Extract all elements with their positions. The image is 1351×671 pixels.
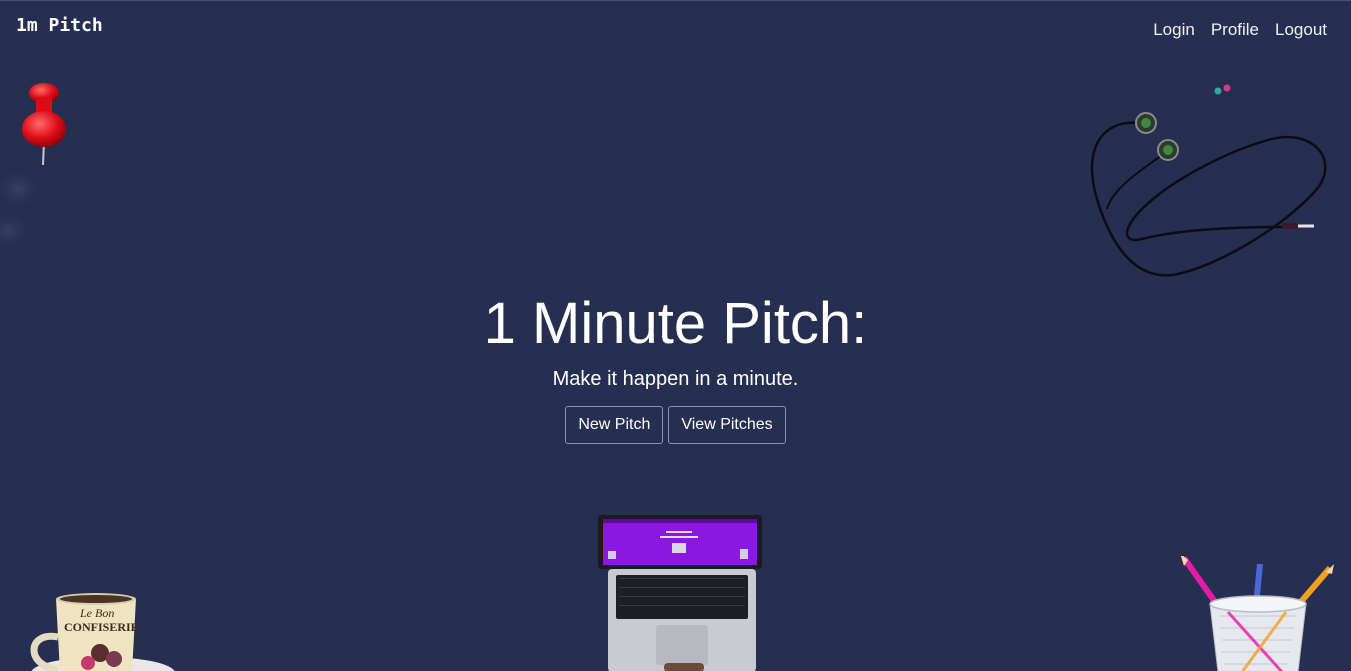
landing-page: 1m Pitch Login Profile Logout 1 Minute P…: [0, 0, 1351, 671]
nav-logout-link[interactable]: Logout: [1275, 20, 1327, 40]
view-pitches-button[interactable]: View Pitches: [668, 406, 786, 444]
nav-login-link[interactable]: Login: [1153, 20, 1195, 40]
hero-subtitle: Make it happen in a minute.: [552, 368, 799, 390]
hero-actions: New Pitch View Pitches: [0, 406, 1351, 444]
pencil-cup-image: [1180, 556, 1334, 671]
mug-text-line1: Le Bon: [79, 606, 114, 620]
brand-logo[interactable]: 1m Pitch: [16, 15, 103, 36]
coffee-mug-image: Le Bon CONFISERIE: [30, 593, 175, 671]
hero-section: 1 Minute Pitch: Make it happen in a minu…: [0, 286, 1351, 444]
push-pin-image: [0, 83, 66, 253]
nav-profile-link[interactable]: Profile: [1211, 20, 1259, 40]
top-nav: Login Profile Logout: [1153, 20, 1327, 40]
new-pitch-button[interactable]: New Pitch: [565, 406, 664, 444]
laptop-image: [598, 515, 762, 671]
mug-text-line2: CONFISERIE: [64, 620, 139, 634]
earphones-image: [1090, 84, 1327, 277]
hero-title: 1 Minute Pitch:: [483, 291, 868, 356]
